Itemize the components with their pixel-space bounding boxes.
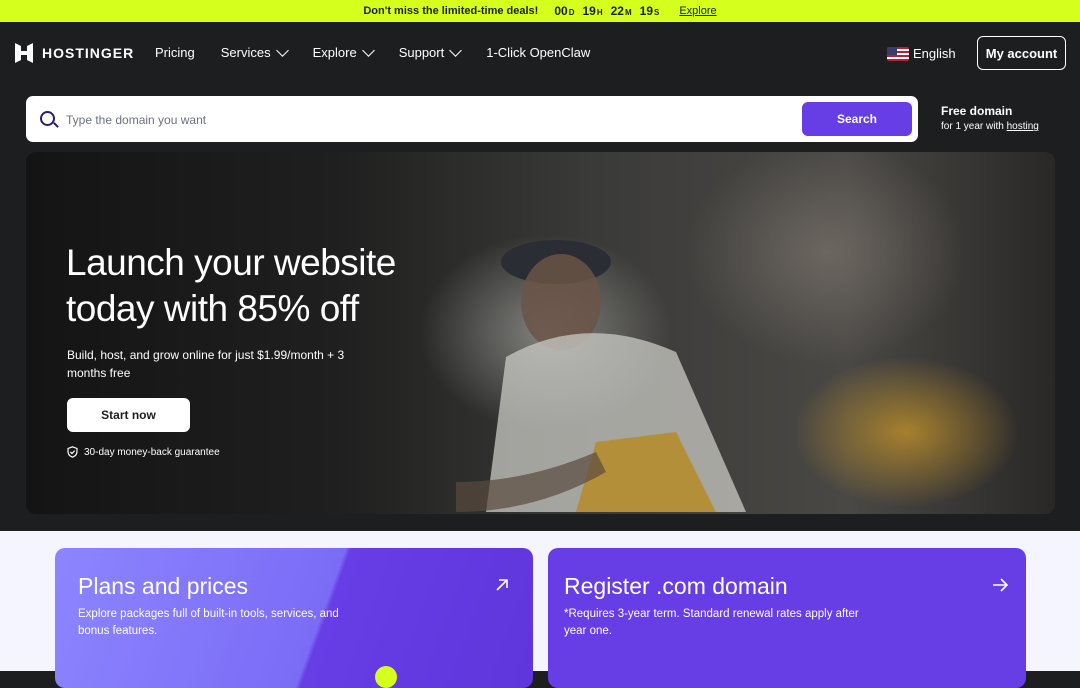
hero-photo-person [456,240,746,512]
plans-card-title: Plans and prices [78,573,249,599]
nav-support[interactable]: Support [398,44,463,60]
arrow-right-icon [993,578,1008,592]
feature-cards-section: Plans and prices Explore packages full o… [0,531,1080,688]
nav-explore-label: Explore [312,45,357,60]
domain-search-bar: Search [26,96,918,142]
nav-support-label: Support [398,45,445,60]
nav-pricing[interactable]: Pricing [155,45,195,60]
promo-explore-link[interactable]: Explore [679,5,716,17]
main-nav: Pricing Services Explore Support 1-Click… [155,44,616,60]
countdown-seconds: 19S [639,4,660,18]
nav-services[interactable]: Services [220,44,289,60]
chevron-down-icon [449,44,463,57]
free-domain-subtitle: for 1 year with hosting [941,121,1039,132]
hosting-link[interactable]: hosting [1007,121,1039,132]
search-button[interactable]: Search [802,102,912,136]
free-domain-sub-text: for 1 year with [941,121,1007,132]
my-account-button[interactable]: My account [977,36,1066,70]
countdown-hours: 19H [582,4,603,18]
nav-openclaw-label: 1-Click OpenClaw [486,45,591,60]
hero-subtitle: Build, host, and grow online for just $1… [67,348,345,380]
chevron-down-icon [361,44,375,57]
nav-pricing-label: Pricing [155,45,195,60]
hostinger-logo[interactable]: HOSTINGER [14,43,134,63]
nav-services-label: Services [220,45,271,60]
hostinger-logo-icon [15,43,33,63]
promo-text: Don't miss the limited-time deals! [363,5,539,17]
site-header: HOSTINGER Pricing Services Explore Suppo… [0,22,1080,84]
plans-card-description: Explore packages full of built-in tools,… [78,608,339,637]
countdown-days: 00D [554,4,575,18]
money-back-guarantee: 30-day money-back guarantee [67,446,220,458]
language-selector[interactable]: English [887,46,956,61]
logo-text: HOSTINGER [42,45,135,61]
us-flag-icon [887,46,909,61]
search-icon [40,111,55,126]
guarantee-text: 30-day money-back guarantee [84,446,220,458]
nav-openclaw[interactable]: 1-Click OpenClaw [486,45,590,60]
hero-banner: Launch your website today with 85% off B… [26,152,1055,514]
plans-and-prices-card[interactable]: Plans and prices Explore packages full o… [55,548,533,688]
free-domain-info: Free domain for 1 year with hosting [941,104,1039,132]
start-now-button[interactable]: Start now [67,398,190,432]
free-domain-title: Free domain [941,104,1013,118]
countdown-minutes: 22M [610,4,632,18]
hero-title: Launch your website today with 85% off [66,242,396,329]
chevron-down-icon [275,44,289,57]
domain-search-input[interactable] [64,104,808,136]
promo-bar: Don't miss the limited-time deals! 00D 1… [0,0,1080,22]
domain-card-description: *Requires 3-year term. Standard renewal … [564,608,859,637]
register-domain-card[interactable]: Register .com domain *Requires 3-year te… [548,548,1026,688]
countdown-timer: 00D 19H 22M 19S [554,4,659,18]
shield-check-icon [67,446,78,458]
arrow-up-right-icon [496,579,508,591]
nav-explore[interactable]: Explore [312,44,375,60]
domain-card-title: Register .com domain [564,573,788,599]
decorative-shape [375,666,397,688]
language-label: English [913,46,956,61]
